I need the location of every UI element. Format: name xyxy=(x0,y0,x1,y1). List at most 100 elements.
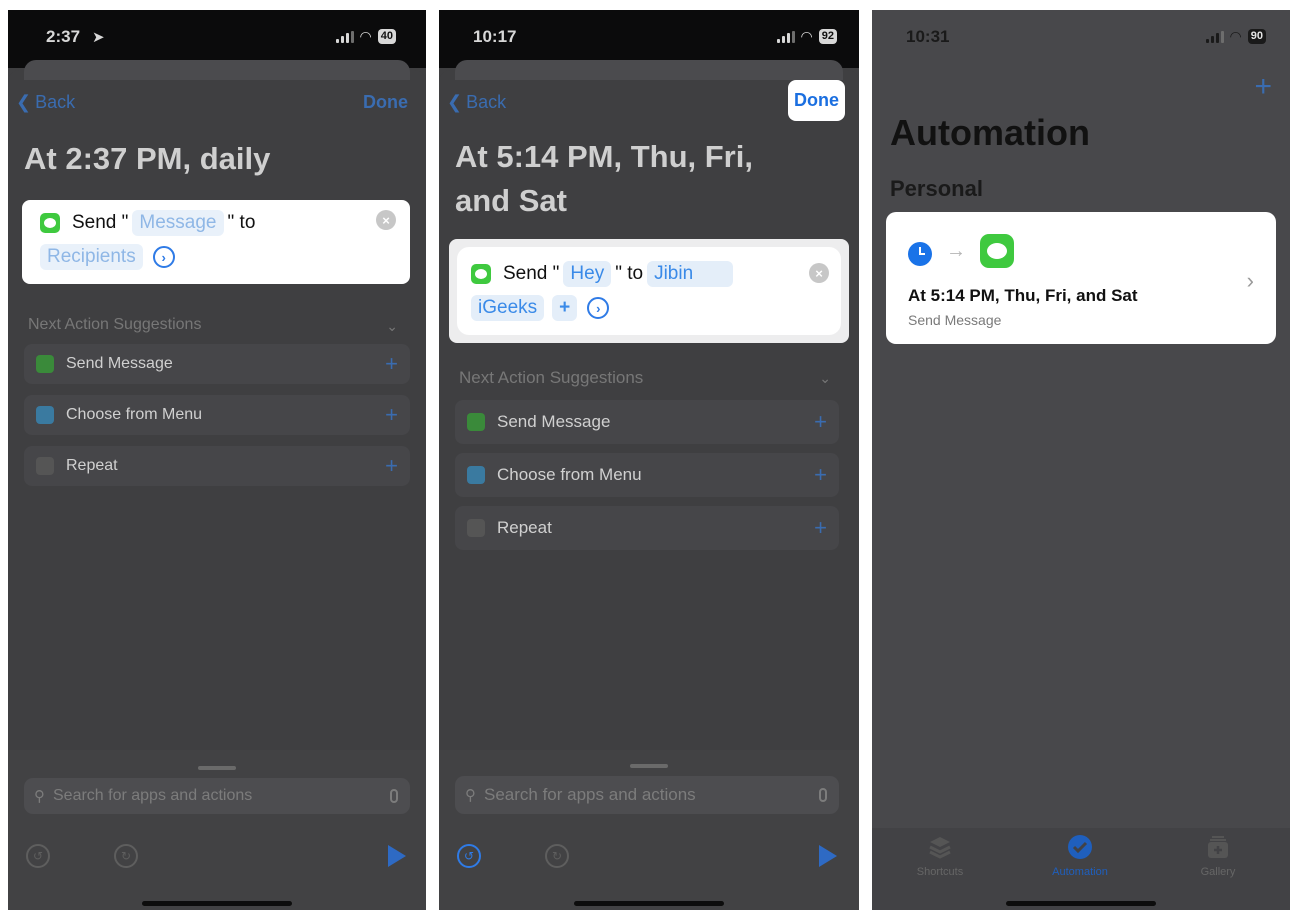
phone-screen-3: 10:31 ◠ 90 + Automation Personal → At 5:… xyxy=(872,10,1290,910)
microphone-icon[interactable] xyxy=(819,788,827,802)
tab-label: Gallery xyxy=(1200,866,1236,878)
status-icons: ◠ 40 xyxy=(335,28,396,45)
suggestion-choose-from-menu[interactable]: Choose from Menu + xyxy=(24,395,410,435)
home-indicator xyxy=(574,901,724,906)
search-icon: ⚲ xyxy=(465,787,476,804)
expand-options-icon[interactable]: › xyxy=(152,246,175,268)
back-label: Back xyxy=(466,92,507,112)
search-panel: ⚲ Search for apps and actions ↺ ↻ xyxy=(8,750,426,910)
add-icon[interactable]: + xyxy=(814,462,827,488)
add-icon[interactable]: + xyxy=(814,515,827,541)
back-button[interactable]: ❮ Back xyxy=(447,92,506,113)
suggestions-header: Next Action Suggestions xyxy=(459,368,644,387)
status-time: 10:31 xyxy=(906,27,950,46)
search-panel: ⚲ Search for apps and actions ↺ ↻ xyxy=(439,750,859,910)
suggestion-choose-from-menu[interactable]: Choose from Menu + xyxy=(455,453,839,497)
messages-app-icon xyxy=(980,234,1014,268)
suggestion-repeat[interactable]: Repeat + xyxy=(24,446,410,486)
chevron-down-icon[interactable]: ⌄ xyxy=(819,370,831,387)
add-icon[interactable]: + xyxy=(814,409,827,435)
tab-label: Automation xyxy=(1052,866,1108,878)
wifi-icon: ◠ xyxy=(800,28,813,44)
remove-action-icon[interactable]: × xyxy=(376,210,396,230)
messages-app-icon xyxy=(40,213,60,233)
microphone-icon[interactable] xyxy=(390,789,398,803)
automation-card-title: At 5:14 PM, Thu, Fri, and Sat xyxy=(908,286,1138,305)
remove-action-icon[interactable]: × xyxy=(809,263,829,283)
gallery-icon xyxy=(1208,836,1228,858)
signal-icon xyxy=(776,30,795,43)
tab-shortcuts[interactable]: Shortcuts xyxy=(900,834,980,878)
phone-screen-1: 2:37 ➤ ◠ 40 ❮ Back Done At 2:37 PM, dail… xyxy=(8,10,426,910)
play-icon[interactable] xyxy=(819,845,837,867)
chevron-down-icon[interactable]: ⌄ xyxy=(386,318,398,335)
suggestion-label: Repeat xyxy=(497,518,552,537)
automation-title-line-2: and Sat xyxy=(455,183,567,218)
action-line-2: iGeeks + › xyxy=(471,295,610,321)
action-line-1: Send " Message " to xyxy=(40,210,255,236)
wifi-icon: ◠ xyxy=(359,28,372,44)
signal-icon xyxy=(1205,30,1224,43)
menu-icon xyxy=(36,406,54,424)
status-bar: 10:31 ◠ 90 xyxy=(872,10,1290,68)
drag-handle[interactable] xyxy=(198,766,236,770)
chevron-left-icon: ❮ xyxy=(16,92,32,112)
sheet-stack-edge xyxy=(455,60,843,80)
tab-automation[interactable]: Automation xyxy=(1040,834,1120,878)
redo-icon[interactable]: ↻ xyxy=(545,844,569,868)
send-message-action-card[interactable]: Send " Message " to Recipients › × xyxy=(22,200,410,284)
clock-icon xyxy=(908,242,932,266)
menu-icon xyxy=(467,466,485,484)
status-icons: ◠ 92 xyxy=(776,28,837,45)
redo-icon[interactable]: ↻ xyxy=(114,844,138,868)
battery-level: 92 xyxy=(818,29,837,44)
action-highlight: Send " Hey " to Jibin iGeeks + › × xyxy=(449,239,849,343)
add-icon[interactable]: + xyxy=(385,453,398,479)
battery-level: 90 xyxy=(1247,29,1266,44)
recipients-token[interactable]: Recipients xyxy=(40,244,143,270)
status-time: 2:37 xyxy=(46,27,81,46)
add-icon[interactable]: + xyxy=(385,351,398,377)
undo-icon[interactable]: ↺ xyxy=(26,844,50,868)
chevron-left-icon: ❮ xyxy=(447,92,463,112)
automation-card[interactable]: → At 5:14 PM, Thu, Fri, and Sat Send Mes… xyxy=(886,212,1276,344)
message-token[interactable]: Hey xyxy=(563,261,612,287)
page-title: Automation xyxy=(890,112,1090,153)
undo-icon[interactable]: ↺ xyxy=(457,844,481,868)
add-automation-icon[interactable]: + xyxy=(1254,70,1272,104)
suggestion-repeat[interactable]: Repeat + xyxy=(455,506,839,550)
tab-label: Shortcuts xyxy=(916,866,964,878)
drag-handle[interactable] xyxy=(630,764,668,768)
automation-check-icon xyxy=(1068,835,1092,859)
messages-icon xyxy=(36,355,54,373)
add-recipient-icon[interactable]: + xyxy=(552,295,578,321)
automation-title: At 2:37 PM, daily xyxy=(24,141,271,176)
expand-options-icon[interactable]: › xyxy=(587,297,610,319)
home-indicator xyxy=(142,901,292,906)
signal-icon xyxy=(335,30,354,43)
add-icon[interactable]: + xyxy=(385,402,398,428)
play-icon[interactable] xyxy=(388,845,406,867)
suggestion-send-message[interactable]: Send Message + xyxy=(24,344,410,384)
message-token[interactable]: Message xyxy=(132,210,224,236)
send-label: Send " xyxy=(72,212,129,233)
repeat-icon xyxy=(467,519,485,537)
home-indicator xyxy=(1006,901,1156,906)
search-input[interactable]: ⚲ Search for apps and actions xyxy=(24,778,410,814)
to-label: " to xyxy=(615,263,644,284)
suggestions-header: Next Action Suggestions xyxy=(28,316,202,333)
recipient-token-jibin[interactable]: Jibin xyxy=(647,261,734,287)
suggestion-send-message[interactable]: Send Message + xyxy=(455,400,839,444)
chevron-right-icon: › xyxy=(1246,268,1254,293)
search-input[interactable]: ⚲ Search for apps and actions xyxy=(455,776,839,814)
back-button[interactable]: ❮ Back xyxy=(16,92,75,113)
send-message-action-card[interactable]: Send " Hey " to Jibin iGeeks + › × xyxy=(457,247,841,335)
status-icons: ◠ 90 xyxy=(1205,28,1266,45)
done-button[interactable]: Done xyxy=(363,92,408,113)
done-button[interactable]: Done xyxy=(788,80,845,121)
repeat-icon xyxy=(36,457,54,475)
recipient-token-igeeks[interactable]: iGeeks xyxy=(471,295,545,321)
tab-gallery[interactable]: Gallery xyxy=(1178,834,1258,878)
messages-app-icon xyxy=(471,264,491,284)
automation-card-subtitle: Send Message xyxy=(908,312,1002,328)
